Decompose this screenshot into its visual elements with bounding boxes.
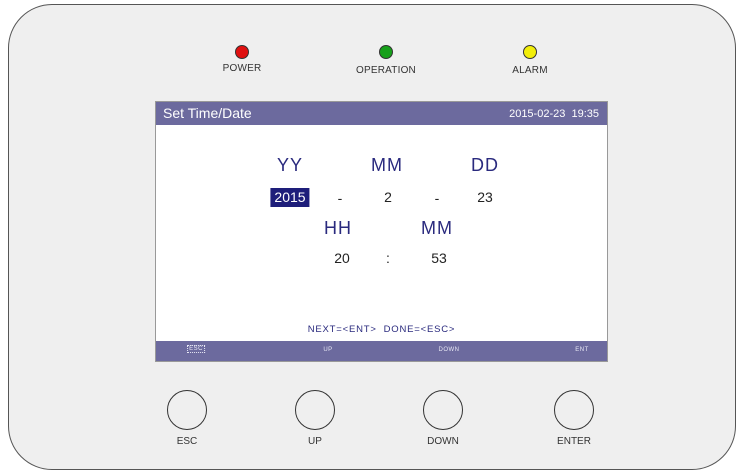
month-header: MM bbox=[371, 155, 403, 175]
alarm-label: ALARM bbox=[512, 65, 548, 76]
time-separator: : bbox=[386, 250, 390, 266]
operation-led-icon bbox=[379, 45, 393, 59]
down-button[interactable] bbox=[423, 390, 463, 430]
up-button[interactable] bbox=[295, 390, 335, 430]
device-panel: POWER OPERATION ALARM Set Time/Date 2015… bbox=[8, 4, 736, 470]
year-header: YY bbox=[276, 155, 304, 175]
day-header: DD bbox=[471, 155, 499, 175]
minute-header: MM bbox=[421, 218, 453, 238]
screen-clock: 2015-02-23 19:35 bbox=[509, 108, 599, 120]
esc-button[interactable] bbox=[167, 390, 207, 430]
hour-header: HH bbox=[324, 218, 352, 238]
month-field[interactable]: 2 bbox=[384, 189, 392, 205]
power-label: POWER bbox=[222, 63, 262, 74]
softkey-ent: ENT bbox=[575, 347, 589, 353]
enter-button[interactable] bbox=[554, 390, 594, 430]
screen-title: Set Time/Date bbox=[163, 105, 252, 121]
power-led-icon bbox=[235, 45, 249, 59]
day-field[interactable]: 23 bbox=[477, 189, 493, 205]
esc-button-label: ESC bbox=[176, 436, 198, 447]
screen-title-bar: Set Time/Date 2015-02-23 19:35 bbox=[156, 102, 607, 125]
softkey-down: DOWN bbox=[438, 347, 460, 353]
hour-field[interactable]: 20 bbox=[334, 250, 350, 266]
enter-button-label: ENTER bbox=[557, 436, 591, 447]
down-button-label: DOWN bbox=[427, 436, 459, 447]
softkey-bar: ESC UP DOWN ENT bbox=[156, 341, 607, 361]
date-separator-1: - bbox=[337, 190, 343, 206]
date-separator-2: - bbox=[434, 190, 440, 206]
softkey-up: UP bbox=[323, 347, 333, 353]
minute-field[interactable]: 53 bbox=[431, 250, 447, 266]
softkey-esc: ESC bbox=[187, 345, 205, 353]
alarm-led-icon bbox=[523, 45, 537, 59]
navigation-hint: NEXT=<ENT> DONE=<ESC> bbox=[307, 324, 456, 335]
operation-label: OPERATION bbox=[356, 65, 416, 76]
year-field[interactable]: 2015 bbox=[270, 188, 310, 207]
up-button-label: UP bbox=[308, 436, 322, 447]
lcd-screen: Set Time/Date 2015-02-23 19:35 YY MM DD … bbox=[155, 101, 608, 362]
